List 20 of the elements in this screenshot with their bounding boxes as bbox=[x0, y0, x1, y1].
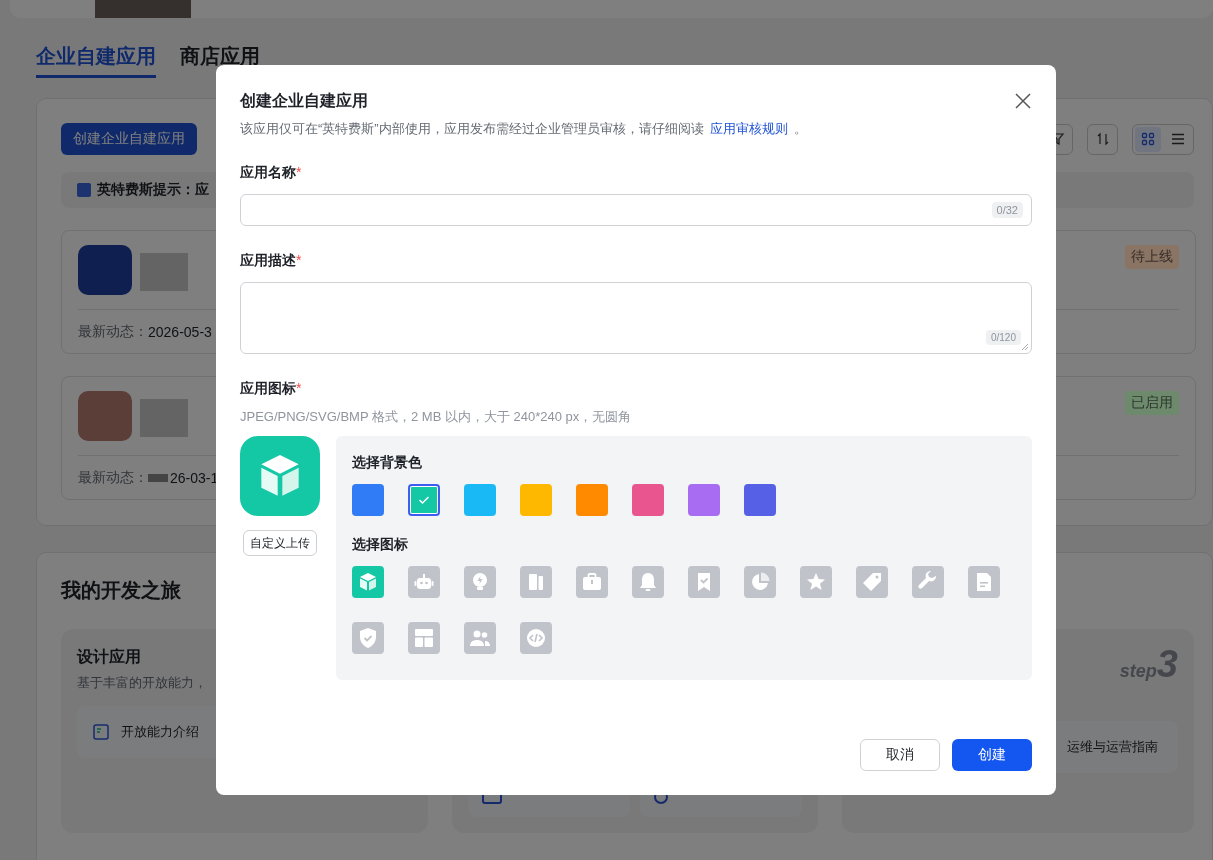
status-tag: 待上线 bbox=[1125, 245, 1179, 269]
activity-label: 最新动态： bbox=[78, 323, 148, 341]
activity-label: 最新动态： bbox=[78, 469, 148, 487]
step-title: 设计应用 bbox=[77, 647, 142, 667]
picker-heading: 选择背景色 bbox=[352, 454, 423, 472]
character-counter: 0/120 bbox=[985, 330, 1021, 345]
activity-time: 2026-05-3 bbox=[148, 324, 212, 340]
field-label: 应用名称* bbox=[240, 164, 303, 182]
section-title: 我的开发之旅 bbox=[61, 578, 181, 603]
notice-text: 英特费斯提示：应 bbox=[97, 181, 209, 199]
format-hint: JPEG/PNG/SVG/BMP 格式，2 MB 以内，大于 240*240 px，无圆角 bbox=[240, 408, 633, 426]
character-counter: 0/32 bbox=[991, 202, 1023, 218]
field-label: 应用图标* bbox=[240, 380, 303, 398]
dialog-description: 该应用仅可在“英特费斯”内部使用，应用发布需经过企业管理员审核，请仔细阅读 应用审核规则 。 bbox=[240, 120, 808, 138]
status-tag: 已启用 bbox=[1125, 391, 1179, 415]
field-label: 应用描述* bbox=[240, 252, 303, 270]
dialog-title: 创建企业自建应用 bbox=[240, 90, 368, 111]
step-description: 基于丰富的开放能力， bbox=[77, 674, 208, 692]
picker-heading: 选择图标 bbox=[352, 536, 409, 554]
activity-time: 26-03-1 bbox=[170, 470, 219, 486]
